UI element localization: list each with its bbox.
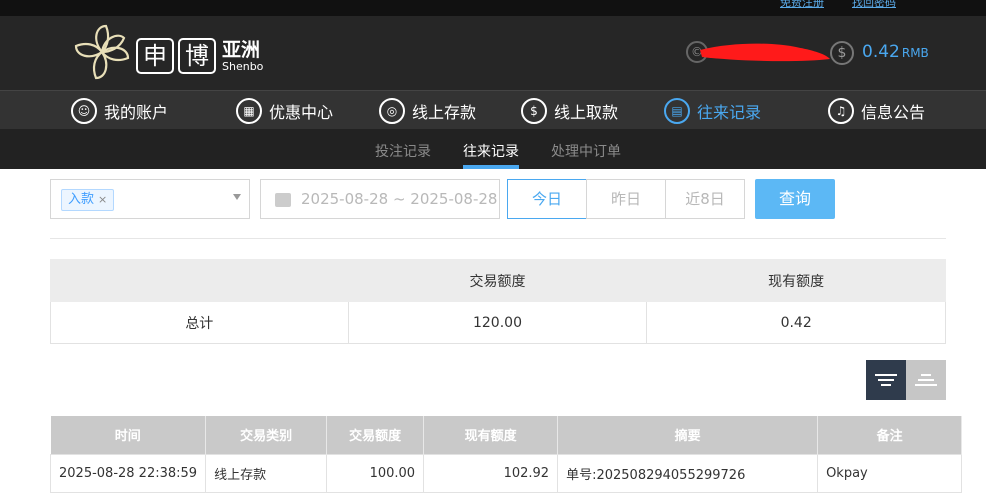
balance-display: 0.42 RMB	[862, 42, 929, 62]
brand-char-1: 申	[136, 38, 174, 74]
sort-asc-button[interactable]	[906, 360, 946, 400]
flower-logo-icon[interactable]	[70, 22, 134, 84]
brand-en: Shenbo	[222, 60, 264, 73]
col-balance: 现有额度	[423, 416, 559, 454]
nav-promotions[interactable]: ▦ 优惠中心	[236, 97, 333, 125]
nav-label: 线上存款	[412, 103, 477, 122]
records-icon: ▤	[664, 98, 690, 124]
divider	[50, 238, 946, 239]
top-strip: 免费注册 找回密码	[0, 0, 986, 16]
summary-total-current: 0.42	[646, 301, 946, 344]
table-row: 2025-08-28 22:38:59 线上存款 100.00 102.92 单…	[49, 453, 963, 493]
cell-remark: Okpay	[817, 453, 963, 493]
col-type: 交易类别	[205, 416, 328, 454]
cell-amount: 100.00	[326, 453, 425, 493]
forgot-password-link[interactable]: 找回密码	[852, 0, 896, 10]
summary-header-current: 现有额度	[646, 259, 946, 302]
tab-transaction-records[interactable]: 往来记录	[463, 141, 519, 161]
user-icon: ☺	[71, 98, 97, 124]
active-tab-indicator	[463, 165, 519, 169]
brand-wordmark: 申 博	[136, 38, 216, 74]
summary-total-trade: 120.00	[347, 301, 648, 344]
col-amount: 交易额度	[326, 416, 425, 454]
summary-total-label: 总计	[50, 301, 349, 344]
col-summary: 摘要	[557, 416, 819, 454]
date-range-value: 2025-08-28 ~ 2025-08-28	[301, 190, 498, 208]
deposit-icon: ◎	[379, 98, 405, 124]
nav-my-account[interactable]: ☺ 我的账户	[71, 97, 168, 125]
date-range-input[interactable]: 2025-08-28 ~ 2025-08-28	[260, 179, 500, 219]
summary-header-row: 交易额度 现有额度	[50, 259, 946, 302]
brand-region: 亚洲	[222, 39, 261, 61]
nav-records[interactable]: ▤ 往来记录	[664, 97, 761, 125]
col-remark: 备注	[817, 416, 963, 454]
transaction-header-row: 时间 交易类别 交易额度 现有额度 摘要 备注	[50, 416, 963, 454]
brand-subtitle: 亚洲 Shenbo	[222, 40, 263, 74]
site-header: 申 博 亚洲 Shenbo © $ 0.42 RMB	[0, 16, 986, 90]
tab-bet-records[interactable]: 投注记录	[375, 141, 431, 161]
chevron-down-icon	[233, 194, 241, 200]
summary-table: 交易额度 现有额度 总计 120.00 0.42	[50, 259, 946, 344]
tag-close-icon[interactable]: ×	[98, 193, 107, 206]
calendar-icon	[275, 193, 291, 207]
nav-deposit[interactable]: ◎ 线上存款	[379, 97, 476, 125]
sub-nav: 投注记录 往来记录 处理中订单	[0, 130, 986, 169]
tab-pending-orders[interactable]: 处理中订单	[551, 141, 621, 161]
transaction-table: 时间 交易类别 交易额度 现有额度 摘要 备注 2025-08-28 22:38…	[49, 416, 963, 493]
brand-char-2: 博	[178, 38, 216, 74]
sort-toggle	[866, 360, 946, 400]
last-8-days-button[interactable]: 近8日	[665, 179, 745, 219]
balance-amount: 0.42	[862, 42, 900, 62]
nav-label: 信息公告	[861, 103, 926, 122]
summary-header-blank	[50, 259, 349, 302]
cell-balance: 102.92	[423, 453, 559, 493]
col-time: 时间	[50, 416, 207, 454]
today-button[interactable]: 今日	[507, 179, 587, 219]
balance-currency: RMB	[901, 46, 929, 60]
register-link[interactable]: 免费注册	[780, 0, 824, 10]
cell-time: 2025-08-28 22:38:59	[49, 453, 207, 493]
withdraw-icon: $	[521, 98, 547, 124]
cell-summary: 单号:202508294055299726	[557, 453, 819, 493]
nav-label: 优惠中心	[269, 103, 334, 122]
sort-desc-button[interactable]	[866, 360, 906, 400]
redaction-mark	[700, 43, 830, 62]
bell-icon: ♫	[828, 98, 854, 124]
nav-withdraw[interactable]: $ 线上取款	[521, 97, 618, 125]
summary-header-trade: 交易额度	[347, 259, 648, 302]
search-button[interactable]: 查询	[755, 179, 835, 219]
yesterday-button[interactable]: 昨日	[586, 179, 666, 219]
dollar-icon: $	[830, 41, 854, 65]
type-tag-label: 入款	[68, 192, 95, 207]
main-nav: ☺ 我的账户 ▦ 优惠中心 ◎ 线上存款 $ 线上取款 ▤ 往来记录 ♫ 信息公告	[0, 90, 986, 130]
nav-label: 我的账户	[104, 103, 169, 122]
gift-icon: ▦	[236, 98, 262, 124]
summary-total-row: 总计 120.00 0.42	[50, 301, 946, 344]
type-filter-select[interactable]: 入款 ×	[50, 179, 250, 219]
nav-announcements[interactable]: ♫ 信息公告	[828, 97, 925, 125]
cell-type: 线上存款	[205, 453, 328, 493]
nav-label: 线上取款	[554, 103, 619, 122]
nav-label: 往来记录	[697, 103, 762, 122]
type-tag: 入款 ×	[61, 189, 115, 211]
